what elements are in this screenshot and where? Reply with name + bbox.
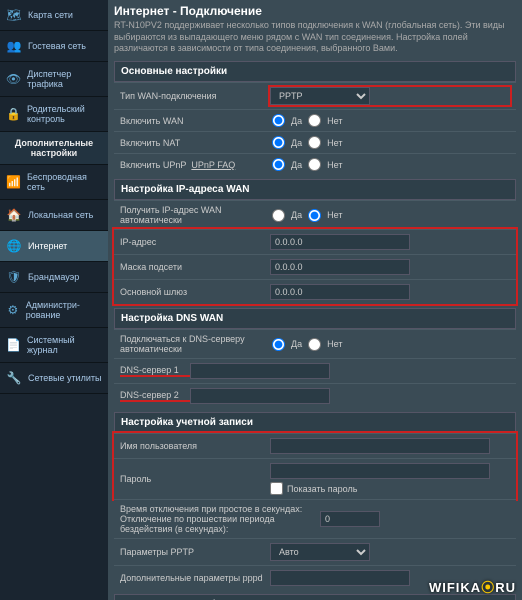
nav-label: Диспетчер трафика (27, 69, 102, 89)
nav-label: Интернет (28, 241, 67, 251)
wan-type-select[interactable]: PPTP (270, 87, 370, 105)
nav-icon: 🛡 (6, 269, 22, 285)
main-content: Интернет - Подключение RT-N10PV2 поддерж… (108, 0, 522, 600)
sidebar-section-header: Дополнительные настройки (0, 132, 108, 165)
sidebar-item-4[interactable]: ⚙ Администри-рование (0, 293, 108, 328)
enable-nat-label: Включить NAT (120, 138, 270, 148)
enable-upnp-no[interactable] (308, 158, 321, 171)
nav-label: Сетевые утилиты (28, 373, 102, 383)
nav-icon: ⚙ (6, 302, 20, 318)
pptp-select[interactable]: Авто (270, 543, 370, 561)
enable-nat-yes[interactable] (272, 136, 285, 149)
dns-auto-label: Подключаться к DNS-серверу автоматически (120, 334, 270, 354)
nav-label: Администри-рование (26, 300, 102, 320)
enable-upnp-yes[interactable] (272, 158, 285, 171)
user-input[interactable] (270, 438, 490, 454)
nav-icon: 🏠 (6, 207, 22, 223)
nav-icon: 🔧 (6, 370, 22, 386)
section-account-header: Настройка учетной записи (114, 412, 516, 433)
ipwan-auto-no[interactable] (308, 209, 321, 222)
sidebar-item-1[interactable]: 👥 Гостевая сеть (0, 31, 108, 62)
dns-auto-no[interactable] (308, 338, 321, 351)
dns2-label: DNS-сервер 2 (120, 390, 190, 402)
sidebar-item-2[interactable]: 👁 Диспетчер трафика (0, 62, 108, 97)
nav-label: Беспроводная сеть (27, 172, 102, 192)
show-pass-label: Показать пароль (287, 484, 357, 494)
upnp-faq-link[interactable]: UPnP FAQ (191, 160, 235, 170)
nav-icon: 🔒 (6, 106, 21, 122)
ip-label: IP-адрес (120, 237, 270, 247)
mask-input[interactable] (270, 259, 410, 275)
gw-label: Основной шлюз (120, 287, 270, 297)
idle-input[interactable] (320, 511, 380, 527)
ip-input[interactable] (270, 234, 410, 250)
enable-wan-label: Включить WAN (120, 116, 270, 126)
enable-wan-no[interactable] (308, 114, 321, 127)
nav-icon: 👥 (6, 38, 22, 54)
sidebar: 🗺 Карта сети 👥 Гостевая сеть 👁 Диспетчер траф… (0, 0, 108, 600)
sidebar-item-3[interactable]: 🛡 Брандмауэр (0, 262, 108, 293)
nav-label: Брандмауэр (28, 272, 79, 282)
section-dns-header: Настройка DNS WAN (114, 308, 516, 329)
sidebar-item-2[interactable]: 🌐 Интернет (0, 231, 108, 262)
ipwan-auto-label: Получить IP-адрес WAN автоматически (120, 205, 270, 225)
sidebar-item-1[interactable]: 🏠 Локальная сеть (0, 200, 108, 231)
idle-label: Время отключения при простое в секундах:… (120, 504, 320, 534)
dns1-label: DNS-сервер 1 (120, 365, 190, 377)
enable-wan-yes[interactable] (272, 114, 285, 127)
sidebar-item-5[interactable]: 📄 Системный журнал (0, 328, 108, 363)
nav-icon: 👁 (6, 71, 21, 87)
nav-label: Родительский контроль (27, 104, 102, 124)
page-title: Интернет - Подключение (114, 4, 516, 18)
sidebar-item-0[interactable]: 📶 Беспроводная сеть (0, 165, 108, 200)
nav-icon: 🌐 (6, 238, 22, 254)
show-pass-checkbox[interactable] (270, 482, 283, 495)
dns-auto-yes[interactable] (272, 338, 285, 351)
nav-icon: 🗺 (6, 7, 22, 23)
pass-label: Пароль (120, 474, 270, 484)
enable-nat-no[interactable] (308, 136, 321, 149)
nav-icon: 📄 (6, 337, 21, 353)
sidebar-item-0[interactable]: 🗺 Карта сети (0, 0, 108, 31)
pppd-input[interactable] (270, 570, 410, 586)
dns2-input[interactable] (190, 388, 330, 404)
pass-input[interactable] (270, 463, 490, 479)
dns1-input[interactable] (190, 363, 330, 379)
user-label: Имя пользователя (120, 441, 270, 451)
nav-icon: 📶 (6, 174, 21, 190)
watermark: WIFIKA⦿RU (429, 577, 516, 596)
ipwan-auto-yes[interactable] (272, 209, 285, 222)
page-desc: RT-N10PV2 поддерживает несколько типов п… (114, 20, 516, 55)
section-basic-header: Основные настройки (114, 61, 516, 82)
mask-label: Маска подсети (120, 262, 270, 272)
pppd-label: Дополнительные параметры pppd (120, 573, 270, 583)
nav-label: Системный журнал (27, 335, 102, 355)
section-ipwan-header: Настройка IP-адреса WAN (114, 179, 516, 200)
pptp-label: Параметры PPTP (120, 547, 270, 557)
nav-label: Локальная сеть (28, 210, 93, 220)
gw-input[interactable] (270, 284, 410, 300)
enable-upnp-label: Включить UPnP UPnP FAQ (120, 160, 270, 170)
nav-label: Гостевая сеть (28, 41, 86, 51)
sidebar-item-6[interactable]: 🔧 Сетевые утилиты (0, 363, 108, 394)
wan-type-label: Тип WAN-подключения (120, 91, 270, 101)
sidebar-item-3[interactable]: 🔒 Родительский контроль (0, 97, 108, 132)
nav-label: Карта сети (28, 10, 73, 20)
